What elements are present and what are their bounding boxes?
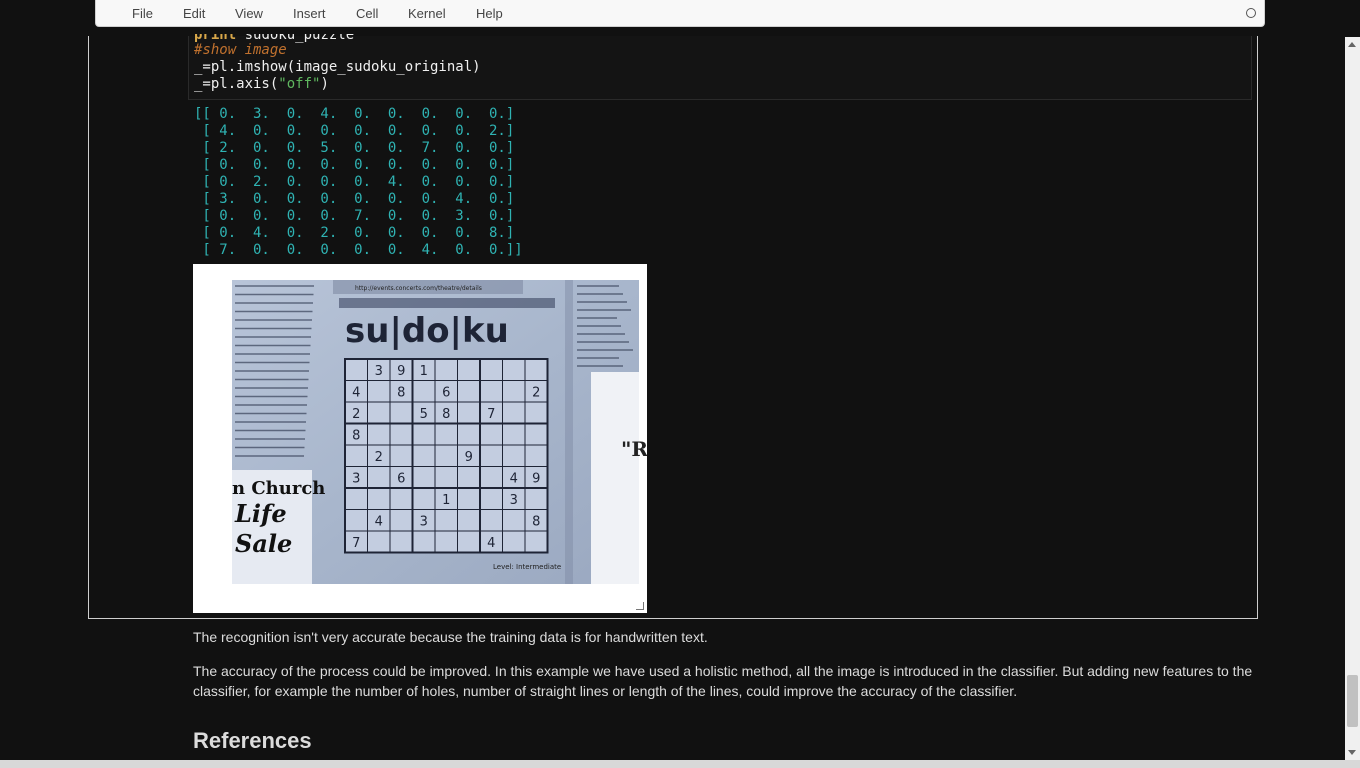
sudoku-cell-digit: 8 [532,514,540,529]
sudoku-cell-digit: 3 [352,471,360,486]
sudoku-grid: 3 9 14 8 6 22 5 8 782 93 6 4 91 34 3 87 4 [344,358,549,554]
sudoku-cell-digit: 6 [442,385,450,400]
code-line-imshow: _=pl.imshow(image_sudoku_original) [194,59,481,75]
menu-edit[interactable]: Edit [183,6,205,21]
sudoku-cell-digit: 3 [510,493,518,508]
sudoku-photo: "R http://events.concerts.com/theatre/de… [232,280,647,584]
code-axis-post: ) [320,76,329,92]
output-row: [ 7. 0. 0. 0. 0. 0. 4. 0. 0.]] [194,242,523,258]
menu-view[interactable]: View [235,6,263,21]
output-row: [ 0. 4. 0. 2. 0. 0. 0. 0. 8.] [194,225,515,241]
bottom-border [0,760,1360,768]
output-row: [ 0. 0. 0. 0. 0. 0. 0. 0. 0.] [194,157,515,173]
photo-church-text-1: n Church [232,478,325,499]
scrollbar-thumb[interactable] [1347,675,1358,727]
image-resize-handle[interactable] [636,602,644,610]
code-line-print-text: sudoku_puzzle [244,27,355,43]
menu-cell[interactable]: Cell [356,6,378,21]
menubar: File Edit View Insert Cell Kernel Help [95,0,1265,27]
sudoku-cell-digit: 2 [352,407,360,422]
sudoku-cell-digit: 9 [465,450,473,465]
vertical-scrollbar[interactable] [1345,37,1360,760]
menu-file[interactable]: File [132,6,153,21]
sudoku-cell-digit: 4 [352,385,360,400]
code-axis-pre: _=pl.axis( [194,76,279,92]
output-image: "R http://events.concerts.com/theatre/de… [193,264,647,613]
markdown-paragraph-1: The recognition isn't very accurate beca… [193,629,708,645]
photo-sudoku-logo: su|do|ku [345,311,509,351]
code-line-axis: _=pl.axis("off") [194,76,329,93]
photo-church-text-3: Sale [235,529,292,558]
scroll-down-arrow-icon[interactable] [1348,750,1356,755]
sudoku-cell-digit: 1 [420,364,428,379]
sudoku-cell-digit: 8 [352,428,360,443]
sudoku-cell-digit: 4 [510,471,518,486]
code-axis-string: "off" [278,76,321,92]
sudoku-cell-digit: 3 [420,514,428,529]
photo-url-text: http://events.concerts.com/theatre/detai… [355,285,482,292]
menu-insert[interactable]: Insert [293,6,326,21]
menu-kernel[interactable]: Kernel [408,6,446,21]
sudoku-cell-digit: 7 [487,407,495,422]
sudoku-cell-digit: 9 [397,364,405,379]
photo-church-text-2: Life [234,499,287,528]
sudoku-cell-digit: 2 [375,450,383,465]
output-row: [ 4. 0. 0. 0. 0. 0. 0. 0. 2.] [194,123,515,139]
output-row: [ 2. 0. 0. 5. 0. 0. 7. 0. 0.] [194,140,515,156]
sudoku-cell-digit: 8 [397,385,405,400]
sudoku-cell-digit: 4 [487,536,495,551]
sudoku-cell-digit: 1 [442,493,450,508]
sudoku-cell-digit: 7 [352,536,360,551]
output-row: [ 0. 2. 0. 0. 0. 4. 0. 0. 0.] [194,174,515,190]
sudoku-cell-digit: 8 [442,407,450,422]
markdown-paragraph-2: The accuracy of the process could be imp… [193,663,1253,699]
photo-level-text: Level: Intermediate [493,563,561,571]
sudoku-cell-digit: 9 [532,471,540,486]
menu-help[interactable]: Help [476,6,503,21]
photo-right-letters: "R [621,437,647,461]
code-line-comment: #show image [194,42,287,58]
kernel-status-icon [1246,8,1256,18]
sudoku-cell-digit: 3 [375,364,383,379]
scroll-up-arrow-icon[interactable] [1348,42,1356,47]
sudoku-cell-digit: 6 [397,471,405,486]
sudoku-cell-digit: 2 [532,385,540,400]
output-row: [[ 0. 3. 0. 4. 0. 0. 0. 0. 0.] [194,106,515,122]
sudoku-cell-digit: 5 [420,407,428,422]
output-row: [ 0. 0. 0. 0. 7. 0. 0. 3. 0.] [194,208,515,224]
sudoku-cell-digit: 4 [375,514,383,529]
references-heading: References [193,728,312,753]
output-row: [ 3. 0. 0. 0. 0. 0. 0. 4. 0.] [194,191,515,207]
